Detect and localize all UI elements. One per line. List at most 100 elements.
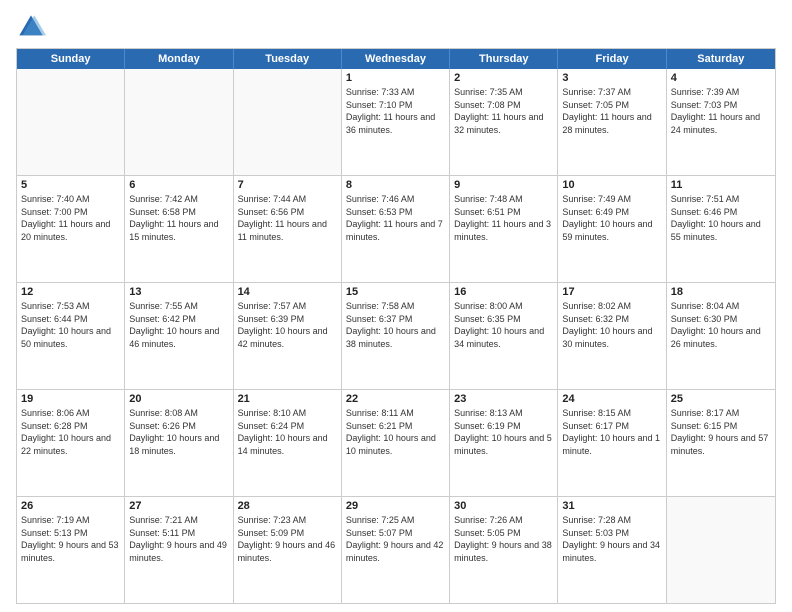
- day-number: 9: [454, 179, 553, 191]
- calendar-cell: 2Sunrise: 7:35 AM Sunset: 7:08 PM Daylig…: [450, 69, 558, 175]
- calendar-header-cell: Thursday: [450, 49, 558, 69]
- day-number: 24: [562, 393, 661, 405]
- calendar-cell: 8 Sunrise: 7:46 AM Sunset: 6:53 PM Daylig…: [342, 176, 450, 282]
- calendar-row: 5 Sunrise: 7:40 AM Sunset: 7:00 PM Daylig…: [17, 175, 775, 282]
- day-number: 13: [129, 286, 228, 298]
- calendar-cell: 14 Sunrise: 7:57 AM Sunset: 6:39 PM Dayli…: [234, 283, 342, 389]
- day-number: 16: [454, 286, 553, 298]
- day-info: Sunrise: 7:23 AM Sunset: 5:09 PM Dayligh…: [238, 514, 337, 564]
- calendar-cell: 3 Sunrise: 7:37 AM Sunset: 7:05 PM Daylig…: [558, 69, 666, 175]
- calendar-cell: 16 Sunrise: 8:00 AM Sunset: 6:35 PM Dayli…: [450, 283, 558, 389]
- day-info: Sunrise: 7:46 AM Sunset: 6:53 PM Dayligh…: [346, 193, 445, 243]
- day-number: 17: [562, 286, 661, 298]
- calendar-row: 26Sunrise: 7:19 AM Sunset: 5:13 PM Dayli…: [17, 496, 775, 603]
- header: [16, 12, 776, 42]
- day-number: 30: [454, 500, 553, 512]
- calendar-cell: [17, 69, 125, 175]
- calendar-cell: 10Sunrise: 7:49 AM Sunset: 6:49 PM Dayli…: [558, 176, 666, 282]
- calendar-row: 12 Sunrise: 7:53 AM Sunset: 6:44 PM Dayli…: [17, 282, 775, 389]
- logo: [16, 12, 50, 42]
- calendar-cell: 7Sunrise: 7:44 AM Sunset: 6:56 PM Daylig…: [234, 176, 342, 282]
- calendar-cell: [125, 69, 233, 175]
- day-info: Sunrise: 8:04 AM Sunset: 6:30 PM Dayligh…: [671, 300, 771, 350]
- calendar-cell: 15 Sunrise: 7:58 AM Sunset: 6:37 PM Dayli…: [342, 283, 450, 389]
- day-number: 26: [21, 500, 120, 512]
- calendar-cell: 28Sunrise: 7:23 AM Sunset: 5:09 PM Dayli…: [234, 497, 342, 603]
- calendar-cell: 29 Sunrise: 7:25 AM Sunset: 5:07 PM Dayli…: [342, 497, 450, 603]
- page: SundayMondayTuesdayWednesdayThursdayFrid…: [0, 0, 792, 612]
- day-info: Sunrise: 7:51 AM Sunset: 6:46 PM Dayligh…: [671, 193, 771, 243]
- day-number: 6: [129, 179, 228, 191]
- day-info: Sunrise: 8:15 AM Sunset: 6:17 PM Dayligh…: [562, 407, 661, 457]
- day-number: 22: [346, 393, 445, 405]
- calendar-cell: 23Sunrise: 8:13 AM Sunset: 6:19 PM Dayli…: [450, 390, 558, 496]
- day-number: 5: [21, 179, 120, 191]
- calendar-cell: 13 Sunrise: 7:55 AM Sunset: 6:42 PM Dayli…: [125, 283, 233, 389]
- day-info: Sunrise: 7:40 AM Sunset: 7:00 PM Dayligh…: [21, 193, 120, 243]
- calendar-cell: 22 Sunrise: 8:11 AM Sunset: 6:21 PM Dayli…: [342, 390, 450, 496]
- day-number: 29: [346, 500, 445, 512]
- calendar-row: 19Sunrise: 8:06 AM Sunset: 6:28 PM Dayli…: [17, 389, 775, 496]
- day-number: 12: [21, 286, 120, 298]
- calendar-header-cell: Tuesday: [234, 49, 342, 69]
- day-info: Sunrise: 7:35 AM Sunset: 7:08 PM Dayligh…: [454, 86, 553, 136]
- calendar-cell: [234, 69, 342, 175]
- day-info: Sunrise: 7:48 AM Sunset: 6:51 PM Dayligh…: [454, 193, 553, 243]
- calendar-cell: 4 Sunrise: 7:39 AM Sunset: 7:03 PM Daylig…: [667, 69, 775, 175]
- day-number: 21: [238, 393, 337, 405]
- calendar-cell: 11Sunrise: 7:51 AM Sunset: 6:46 PM Dayli…: [667, 176, 775, 282]
- day-info: Sunrise: 7:28 AM Sunset: 5:03 PM Dayligh…: [562, 514, 661, 564]
- day-info: Sunrise: 8:10 AM Sunset: 6:24 PM Dayligh…: [238, 407, 337, 457]
- calendar-cell: 19Sunrise: 8:06 AM Sunset: 6:28 PM Dayli…: [17, 390, 125, 496]
- calendar-header-cell: Friday: [558, 49, 666, 69]
- calendar: SundayMondayTuesdayWednesdayThursdayFrid…: [16, 48, 776, 604]
- day-number: 31: [562, 500, 661, 512]
- calendar-header-cell: Monday: [125, 49, 233, 69]
- calendar-header-cell: Sunday: [17, 49, 125, 69]
- calendar-body: 1Sunrise: 7:33 AM Sunset: 7:10 PM Daylig…: [17, 69, 775, 603]
- day-number: 10: [562, 179, 661, 191]
- day-info: Sunrise: 7:53 AM Sunset: 6:44 PM Dayligh…: [21, 300, 120, 350]
- calendar-cell: 9 Sunrise: 7:48 AM Sunset: 6:51 PM Daylig…: [450, 176, 558, 282]
- day-info: Sunrise: 8:17 AM Sunset: 6:15 PM Dayligh…: [671, 407, 771, 457]
- calendar-cell: [667, 497, 775, 603]
- calendar-header-cell: Saturday: [667, 49, 775, 69]
- day-info: Sunrise: 7:25 AM Sunset: 5:07 PM Dayligh…: [346, 514, 445, 564]
- calendar-cell: 24 Sunrise: 8:15 AM Sunset: 6:17 PM Dayli…: [558, 390, 666, 496]
- day-number: 4: [671, 72, 771, 84]
- day-number: 14: [238, 286, 337, 298]
- day-info: Sunrise: 8:08 AM Sunset: 6:26 PM Dayligh…: [129, 407, 228, 457]
- day-number: 18: [671, 286, 771, 298]
- day-info: Sunrise: 7:39 AM Sunset: 7:03 PM Dayligh…: [671, 86, 771, 136]
- calendar-cell: 12 Sunrise: 7:53 AM Sunset: 6:44 PM Dayli…: [17, 283, 125, 389]
- day-info: Sunrise: 8:00 AM Sunset: 6:35 PM Dayligh…: [454, 300, 553, 350]
- calendar-cell: 26Sunrise: 7:19 AM Sunset: 5:13 PM Dayli…: [17, 497, 125, 603]
- calendar-cell: 5 Sunrise: 7:40 AM Sunset: 7:00 PM Daylig…: [17, 176, 125, 282]
- day-number: 19: [21, 393, 120, 405]
- day-info: Sunrise: 7:37 AM Sunset: 7:05 PM Dayligh…: [562, 86, 661, 136]
- day-number: 23: [454, 393, 553, 405]
- calendar-row: 1Sunrise: 7:33 AM Sunset: 7:10 PM Daylig…: [17, 69, 775, 175]
- calendar-cell: 17 Sunrise: 8:02 AM Sunset: 6:32 PM Dayli…: [558, 283, 666, 389]
- day-info: Sunrise: 7:57 AM Sunset: 6:39 PM Dayligh…: [238, 300, 337, 350]
- calendar-cell: 18 Sunrise: 8:04 AM Sunset: 6:30 PM Dayli…: [667, 283, 775, 389]
- day-info: Sunrise: 8:11 AM Sunset: 6:21 PM Dayligh…: [346, 407, 445, 457]
- calendar-cell: 20Sunrise: 8:08 AM Sunset: 6:26 PM Dayli…: [125, 390, 233, 496]
- day-number: 25: [671, 393, 771, 405]
- day-number: 3: [562, 72, 661, 84]
- calendar-cell: 25 Sunrise: 8:17 AM Sunset: 6:15 PM Dayli…: [667, 390, 775, 496]
- day-info: Sunrise: 8:02 AM Sunset: 6:32 PM Dayligh…: [562, 300, 661, 350]
- day-info: Sunrise: 7:21 AM Sunset: 5:11 PM Dayligh…: [129, 514, 228, 564]
- day-info: Sunrise: 7:55 AM Sunset: 6:42 PM Dayligh…: [129, 300, 228, 350]
- day-info: Sunrise: 7:26 AM Sunset: 5:05 PM Dayligh…: [454, 514, 553, 564]
- day-number: 8: [346, 179, 445, 191]
- day-info: Sunrise: 7:58 AM Sunset: 6:37 PM Dayligh…: [346, 300, 445, 350]
- calendar-cell: 31 Sunrise: 7:28 AM Sunset: 5:03 PM Dayli…: [558, 497, 666, 603]
- calendar-cell: 1Sunrise: 7:33 AM Sunset: 7:10 PM Daylig…: [342, 69, 450, 175]
- logo-icon: [16, 12, 46, 42]
- day-number: 15: [346, 286, 445, 298]
- day-info: Sunrise: 7:33 AM Sunset: 7:10 PM Dayligh…: [346, 86, 445, 136]
- calendar-header-row: SundayMondayTuesdayWednesdayThursdayFrid…: [17, 49, 775, 69]
- day-number: 27: [129, 500, 228, 512]
- calendar-cell: 27 Sunrise: 7:21 AM Sunset: 5:11 PM Dayli…: [125, 497, 233, 603]
